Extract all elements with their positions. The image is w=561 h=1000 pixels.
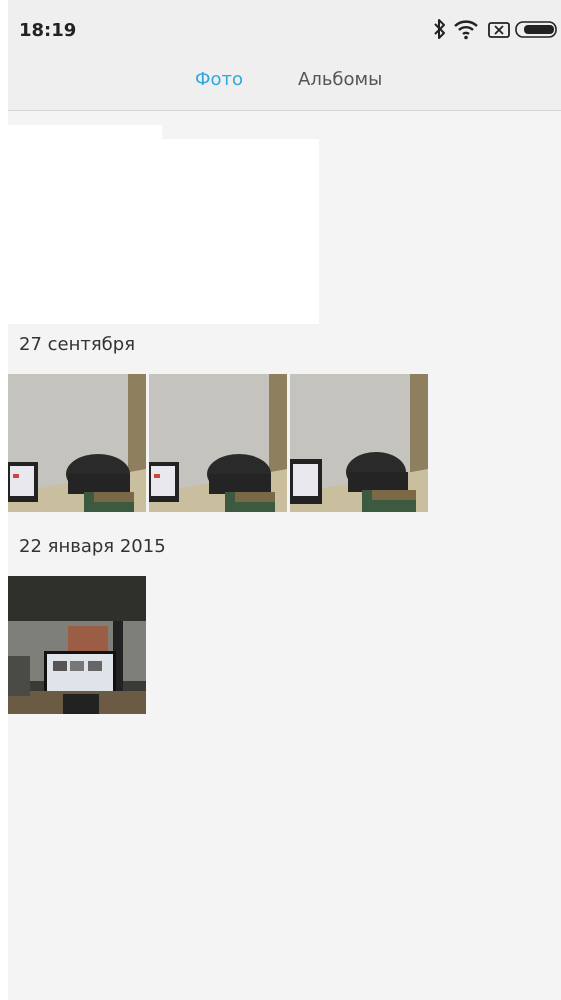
photo-thumbnail[interactable]	[290, 374, 428, 512]
photo-thumbnail[interactable]	[149, 374, 287, 512]
status-time: 18:19	[19, 20, 77, 41]
loading-placeholder	[8, 139, 319, 324]
section-date-header: 27 сентября	[19, 334, 136, 355]
tab-photos[interactable]: Фото	[195, 69, 243, 90]
gallery-screen: 18:19 Фото Альбомы 27 сентября 22 января…	[8, 0, 561, 1000]
bluetooth-icon	[433, 18, 447, 45]
tab-albums[interactable]: Альбомы	[298, 69, 382, 90]
status-bar: 18:19	[8, 0, 561, 58]
tab-bar: Фото Альбомы	[8, 58, 561, 111]
wifi-icon	[453, 18, 479, 45]
photo-thumbnail[interactable]	[8, 374, 146, 512]
sim-off-icon	[487, 18, 511, 45]
photo-thumbnail[interactable]	[8, 576, 146, 714]
battery-icon	[515, 18, 559, 45]
section-date-header: 22 января 2015	[19, 536, 166, 557]
